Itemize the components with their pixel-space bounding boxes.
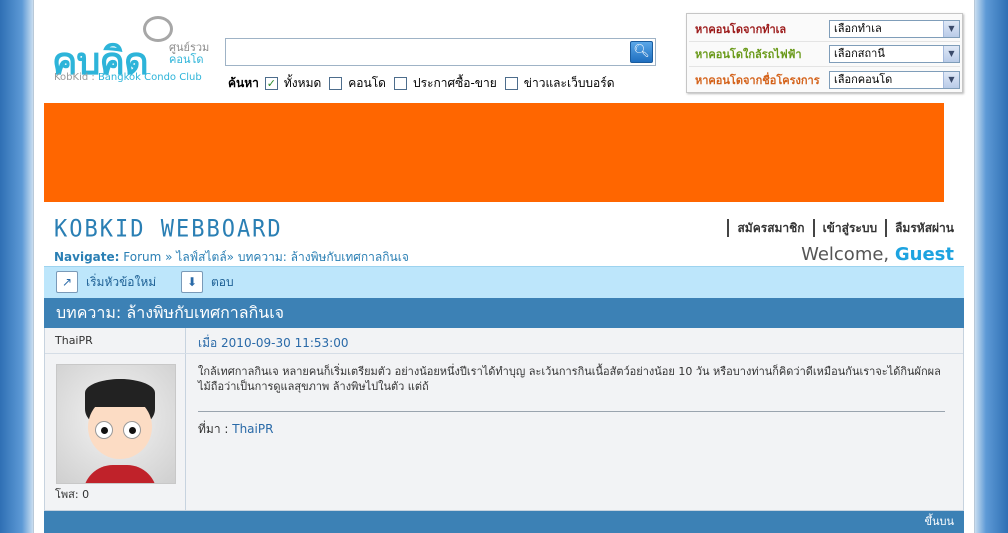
finder-row-station: หาคอนโดใกล้รถไฟฟ้า เลือกสถานี ▼	[689, 42, 960, 67]
page-container: คบคิด ศูนย์รวม คอนโด KobKid : Bangkok Co…	[33, 0, 975, 533]
option-label: ข่าวและเว็บบอร์ด	[523, 76, 615, 90]
search-option-condo[interactable]: คอนโด	[329, 74, 386, 93]
search-options: ค้นหา ✓ ทั้งหมด คอนโด ประกาศซื้อ-ขาย ข่าว…	[228, 74, 623, 93]
project-select[interactable]: เลือกคอนโด ▼	[829, 70, 960, 89]
checkbox-icon[interactable]	[329, 77, 343, 90]
select-value: เลือกสถานี	[834, 47, 885, 60]
avatar-eye	[123, 421, 141, 439]
ad-banner[interactable]	[44, 103, 944, 202]
checkbox-icon[interactable]	[504, 77, 518, 90]
search-option-classified[interactable]: ประกาศซื้อ-ขาย	[393, 74, 497, 93]
avatar-shirt	[83, 465, 157, 483]
post-content: เมื่อ 2010-09-30 11:53:00 ใกล้เทศกาลกินเ…	[186, 328, 963, 510]
search-button[interactable]: 🔍︎	[630, 41, 653, 63]
author-name[interactable]: ThaiPR	[55, 334, 93, 347]
board-toolbar: ↗ เริ่มหัวข้อใหม่ ⬇ ตอบ	[44, 266, 964, 298]
avatar-eye	[95, 421, 113, 439]
select-value: เลือกทำเล	[834, 22, 882, 35]
avatar-fringe	[85, 379, 155, 407]
finder-row-location: หาคอนโดจากทำเล เลือกทำเล ▼	[689, 17, 960, 42]
option-label: ทั้งหมด	[283, 76, 322, 90]
avatar	[56, 364, 176, 484]
divider	[186, 353, 963, 354]
search-box: 🔍︎	[225, 38, 656, 66]
source-link[interactable]: ThaiPR	[232, 422, 273, 436]
post-source: ที่มา : ThaiPR	[198, 420, 273, 439]
reply-button[interactable]: ⬇ ตอบ	[181, 271, 234, 293]
welcome-prefix: Welcome,	[801, 244, 895, 265]
breadcrumb: Navigate: Forum » ไลฟ์สไตล์» บทความ: ล้า…	[54, 248, 409, 267]
dropdown-arrow-icon[interactable]: ▼	[943, 21, 959, 37]
select-value: เลือกคอนโด	[834, 72, 893, 86]
signature-divider	[198, 411, 945, 412]
dropdown-arrow-icon[interactable]: ▼	[943, 46, 959, 62]
search-label: ค้นหา	[228, 76, 259, 90]
finder-label: หาคอนโดจากทำเล	[695, 23, 787, 36]
register-link[interactable]: สมัครสมาชิก	[727, 219, 805, 237]
checkbox-icon[interactable]	[393, 77, 407, 90]
search-option-all[interactable]: ✓ ทั้งหมด	[264, 74, 322, 93]
site-logo[interactable]: คบคิด ศูนย์รวม คอนโด KobKid : Bangkok Co…	[52, 14, 212, 89]
post-footer: ขึ้นบน	[44, 511, 964, 533]
finder-row-project: หาคอนโดจากชื่อโครงการ เลือกคอนโด ▼	[689, 67, 960, 92]
logo-tag-prefix: KobKid :	[54, 72, 98, 83]
finder-label: หาคอนโดใกล้รถไฟฟ้า	[695, 48, 802, 61]
welcome-message: Welcome, Guest	[801, 244, 954, 265]
magnifier-icon: 🔍︎	[633, 44, 650, 59]
post-text: ใกล้เทศกาลกินเจ หลายคนก็เริ่มเตรียมตัว อ…	[198, 365, 941, 393]
author-column: ThaiPR โพส: 0	[45, 328, 186, 510]
checkbox-checked-icon[interactable]: ✓	[264, 77, 278, 90]
option-label: ประกาศซื้อ-ขาย	[412, 76, 497, 90]
new-topic-button[interactable]: ↗ เริ่มหัวข้อใหม่	[56, 271, 156, 293]
forgot-password-link[interactable]: ลืมรหัสผ่าน	[885, 219, 954, 237]
new-topic-label: เริ่มหัวข้อใหม่	[86, 274, 157, 289]
board-title: KOBKID WEBBOARD	[54, 216, 283, 243]
logo-tagline: KobKid : Bangkok Condo Club	[54, 72, 202, 83]
breadcrumb-label: Navigate:	[54, 250, 120, 264]
reply-icon: ⬇	[181, 271, 203, 293]
login-link[interactable]: เข้าสู่ระบบ	[812, 219, 877, 237]
logo-side-text: ศูนย์รวม คอนโด	[169, 42, 209, 66]
finder-label: หาคอนโดจากชื่อโครงการ	[695, 73, 820, 87]
logo-side-line2: คอนโด	[169, 53, 204, 66]
search-option-news[interactable]: ข่าวและเว็บบอร์ด	[504, 74, 615, 93]
logo-tag-brand: Bangkok Condo Club	[97, 72, 202, 83]
reply-label: ตอบ	[211, 274, 234, 289]
dropdown-arrow-icon[interactable]: ▼	[943, 71, 959, 88]
condo-finder: หาคอนโดจากทำเล เลือกทำเล ▼ หาคอนโดใกล้รถไ…	[686, 13, 963, 93]
post-date: เมื่อ 2010-09-30 11:53:00	[198, 336, 349, 350]
source-label: ที่มา :	[198, 422, 233, 436]
user-links: สมัครสมาชิก เข้าสู่ระบบ ลืมรหัสผ่าน	[719, 219, 954, 237]
post-title: บทความ: ล้างพิษกับเทศกาลกินเจ	[44, 298, 964, 328]
search-input[interactable]	[226, 39, 626, 65]
author-post-count: โพส: 0	[55, 488, 90, 501]
back-to-top-link[interactable]: ขึ้นบน	[924, 515, 954, 528]
station-select[interactable]: เลือกสถานี ▼	[829, 45, 960, 63]
new-topic-icon: ↗	[56, 271, 78, 293]
welcome-user: Guest	[894, 244, 954, 265]
post-body: ThaiPR โพส: 0 เมื่อ 2010-09-30 11:53:00 …	[44, 328, 964, 511]
location-select[interactable]: เลือกทำเล ▼	[829, 20, 960, 38]
divider	[45, 353, 186, 354]
breadcrumb-path[interactable]: Forum » ไลฟ์สไตล์» บทความ: ล้างพิษกับเทศ…	[123, 250, 409, 264]
option-label: คอนโด	[348, 76, 386, 90]
